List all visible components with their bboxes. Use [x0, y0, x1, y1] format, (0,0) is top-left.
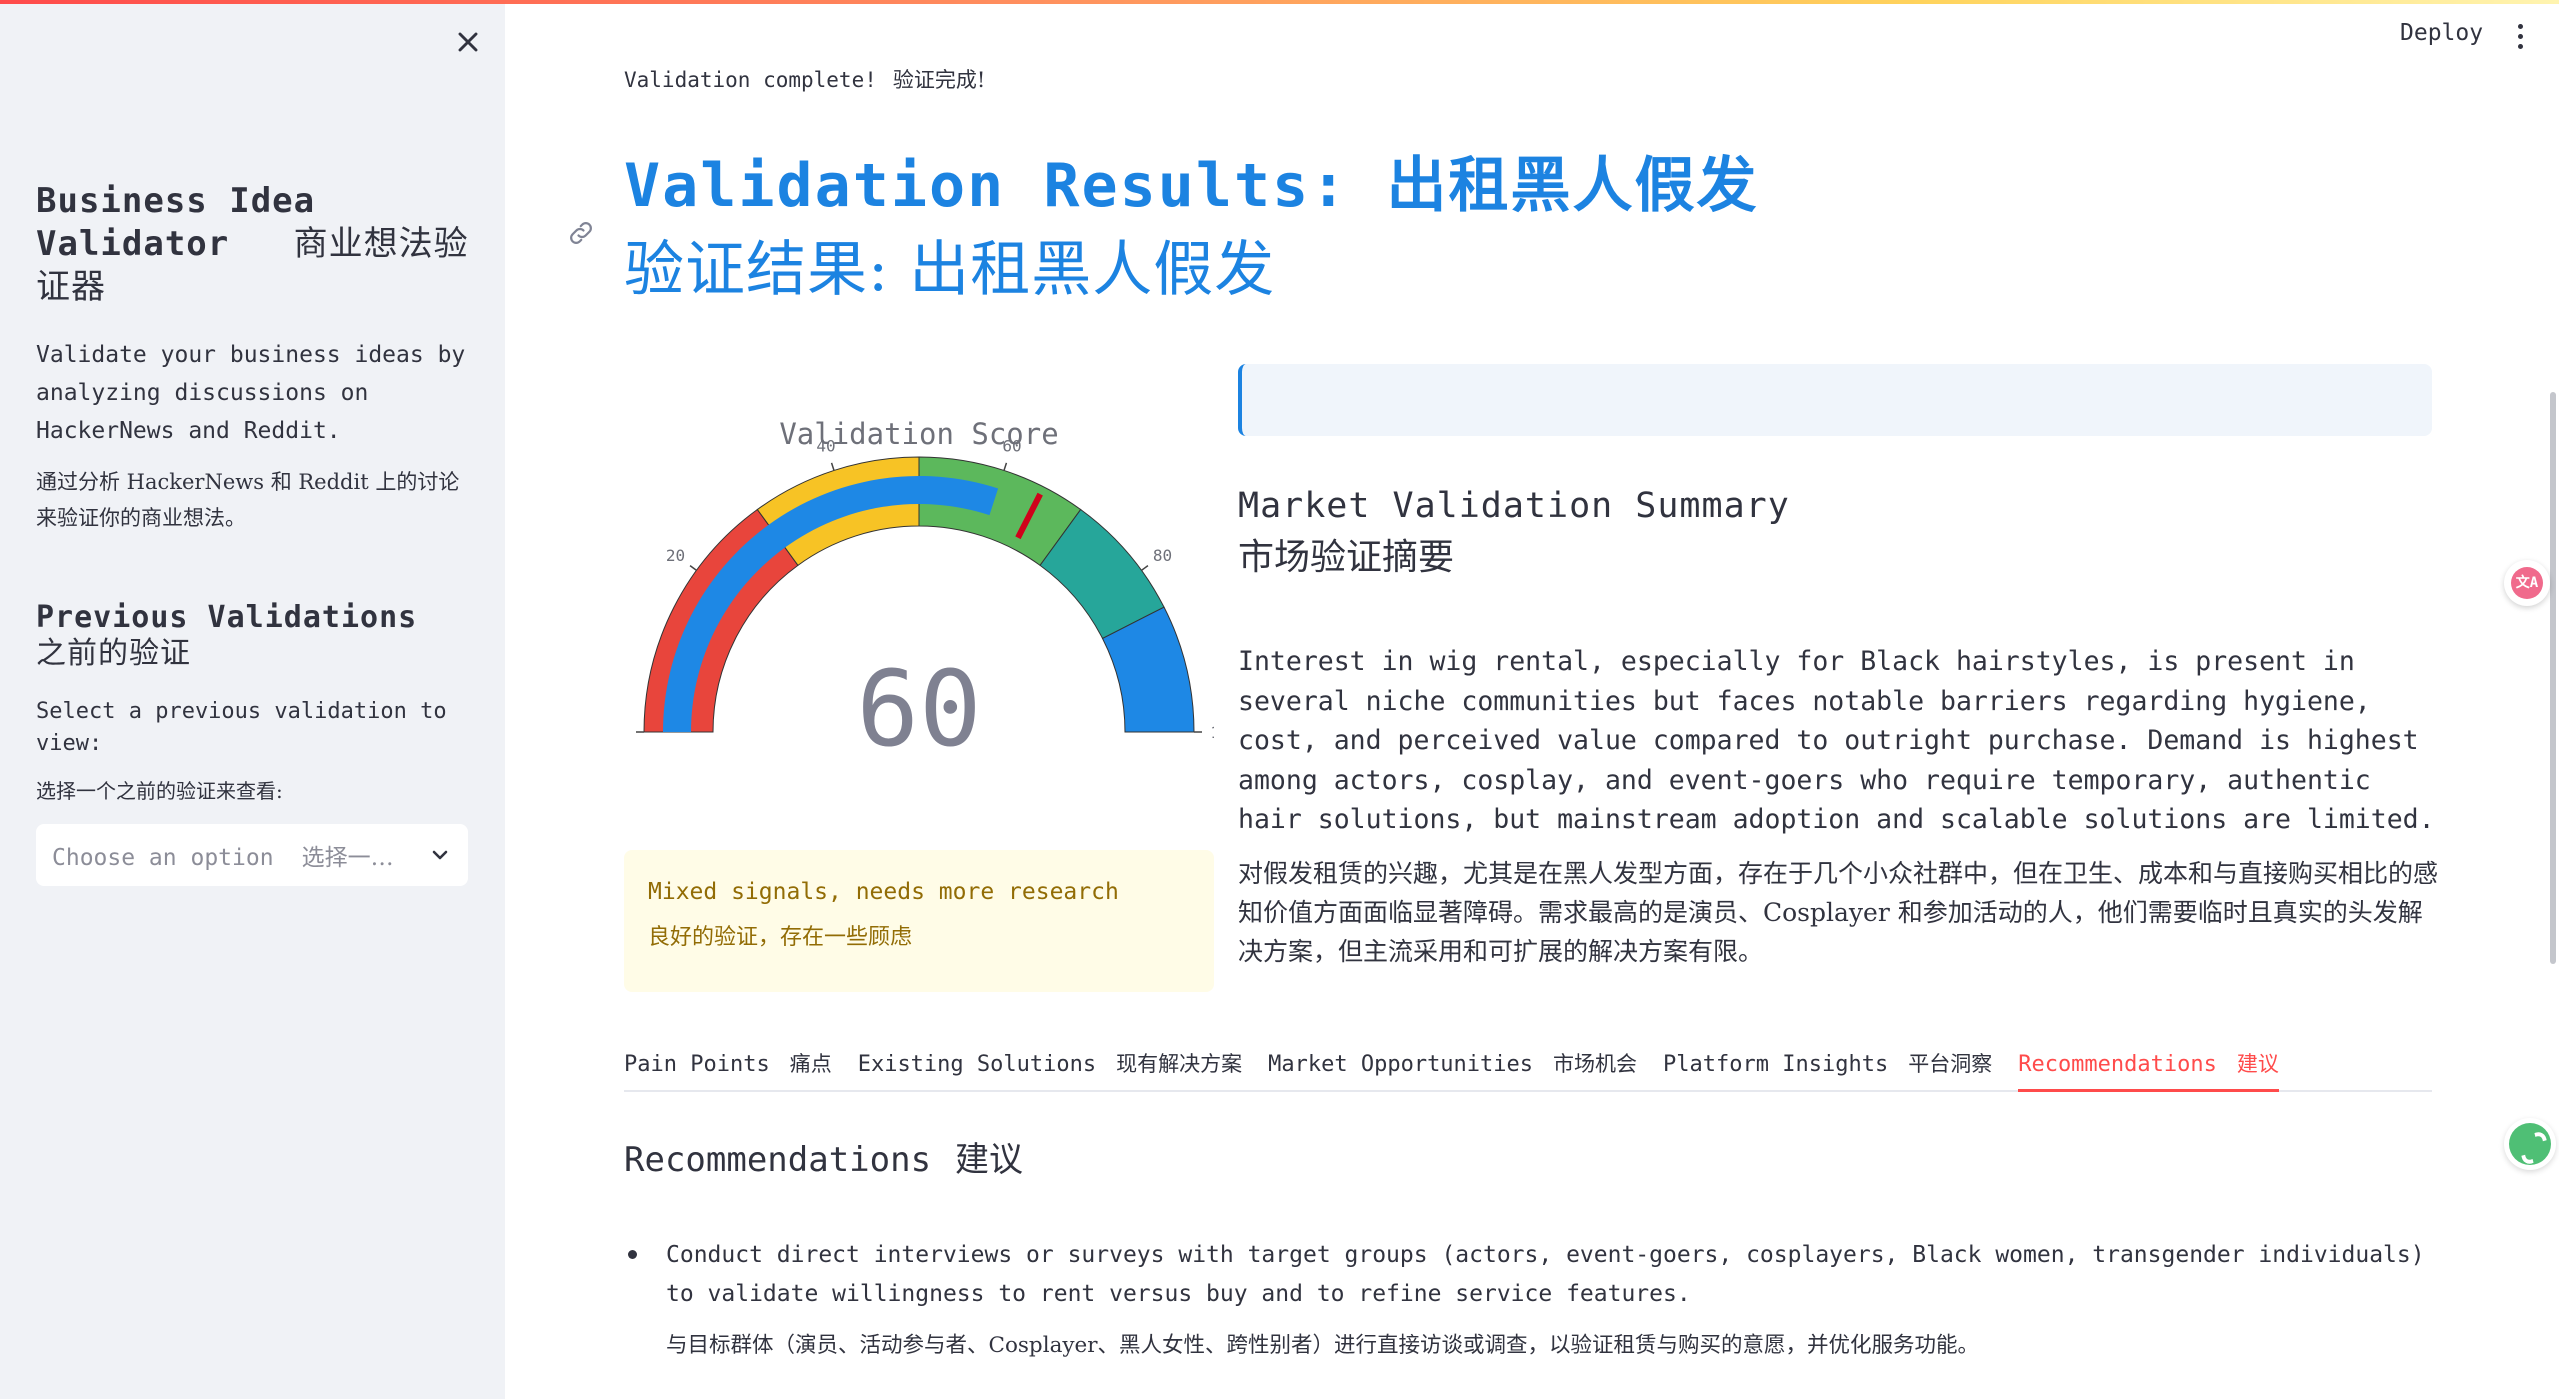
- assistant-extension-icon[interactable]: [2504, 1118, 2556, 1170]
- tab-label-zh: 市场机会: [1553, 1052, 1638, 1076]
- tab-recommendations[interactable]: Recommendations 建议: [2018, 1042, 2279, 1092]
- info-box: [1238, 364, 2432, 436]
- sidebar-description: Validate your business ideas by analyzin…: [36, 342, 466, 444]
- recommendation-item: Conduct direct interviews or surveys wit…: [666, 1242, 2425, 1307]
- recommendations-heading-en: Recommendations: [624, 1140, 932, 1180]
- tab-label: Market Opportunities: [1268, 1052, 1534, 1077]
- sidebar-description-zh: 通过分析 HackerNews 和 Reddit 上的讨论来验证你的商业想法。: [36, 470, 460, 530]
- gauge-value: 60: [856, 648, 981, 770]
- recommendations-heading-zh: 建议: [955, 1140, 1024, 1180]
- gauge-tick-label: 60: [1002, 437, 1021, 456]
- signal-text: Mixed signals, needs more research: [648, 879, 1119, 905]
- recommendation-item-zh: 与目标群体（演员、活动参与者、Cosplayer、黑人女性、跨性别者）进行直接访…: [666, 1333, 1980, 1358]
- gauge-tick-label: 80: [1153, 546, 1172, 565]
- page-scrollbar[interactable]: [2550, 392, 2556, 964]
- tab-label-zh: 平台洞察: [1908, 1052, 1993, 1076]
- page-title: Validation Results: 出租黑人假发 验证结果: 出租黑人假发: [624, 144, 1924, 312]
- gauge-tick: [1141, 565, 1149, 571]
- sidebar-title-en: Business Idea Validator: [36, 181, 316, 264]
- select-placeholder: Choose an option 选择一…: [52, 838, 428, 872]
- tab-pain-points[interactable]: Pain Points 痛点: [624, 1042, 832, 1092]
- bullet-icon: [628, 1250, 637, 1259]
- anchor-link-icon[interactable]: [566, 218, 596, 248]
- recommendations-heading: Recommendations 建议: [624, 1138, 1023, 1182]
- status-message-en: Validation complete!: [624, 68, 877, 92]
- main-menu-icon[interactable]: [2514, 24, 2526, 52]
- status-message: Validation complete! 验证完成!: [624, 64, 985, 94]
- gauge-tick-label: 10: [1210, 723, 1214, 742]
- tab-platform-insights[interactable]: Platform Insights 平台洞察: [1663, 1042, 1992, 1092]
- page-title-zh: 验证结果: 出租黑人假发: [624, 235, 1276, 305]
- tab-label: Pain Points: [624, 1052, 770, 1077]
- chevron-down-icon: [428, 843, 452, 867]
- tab-existing-solutions[interactable]: Existing Solutions 现有解决方案: [858, 1042, 1242, 1092]
- tab-label: Recommendations: [2018, 1052, 2217, 1077]
- gauge-tick: [689, 565, 697, 571]
- deploy-button[interactable]: Deploy: [2400, 20, 2483, 46]
- previous-validations-heading-en: Previous Validations: [36, 600, 418, 635]
- select-label: Select a previous validation to view:: [36, 699, 447, 756]
- tab-label-zh: 痛点: [789, 1052, 832, 1076]
- tab-market-opportunities[interactable]: Market Opportunities 市场机会: [1268, 1042, 1637, 1092]
- validation-score-gauge: Validation Score 02040608010 60: [613, 400, 1229, 770]
- summary-title-zh: 市场验证摘要: [1238, 537, 1455, 578]
- tab-label: Platform Insights: [1663, 1052, 1889, 1077]
- tab-label-zh: 现有解决方案: [1116, 1052, 1243, 1076]
- signal-alert: Mixed signals, needs more research 良好的验证…: [624, 850, 1214, 992]
- select-placeholder-zh: 选择一…: [301, 845, 394, 871]
- page-title-en: Validation Results: 出租黑人假发: [624, 151, 1759, 221]
- sidebar-title: Business Idea Validator 商业想法验证器: [36, 180, 476, 309]
- status-message-zh: 验证完成!: [892, 68, 986, 92]
- summary-text: Interest in wig rental, especially for B…: [1238, 646, 2435, 835]
- summary-title: Market Validation Summary: [1238, 486, 1790, 526]
- gauge-tick-label: 40: [816, 437, 835, 456]
- select-placeholder-en: Choose an option: [52, 845, 274, 871]
- summary-text-zh: 对假发租赁的兴趣，尤其是在黑人发型方面，存在于几个小众社群中，但在卫生、成本和与…: [1238, 859, 2439, 966]
- previous-validations-heading-zh: 之前的验证: [36, 636, 191, 671]
- tab-label-zh: 建议: [2236, 1052, 2279, 1076]
- previous-validation-select[interactable]: Choose an option 选择一…: [36, 824, 468, 886]
- translate-extension-icon[interactable]: 文A: [2504, 560, 2550, 606]
- signal-text-zh: 良好的验证，存在一些顾虑: [648, 925, 913, 950]
- gauge-svg: Validation Score 02040608010 60: [613, 417, 1229, 770]
- previous-validations-heading: Previous Validations 之前的验证: [36, 600, 476, 672]
- gauge-tick-label: 20: [666, 546, 685, 565]
- result-tabs: Pain Points 痛点 Existing Solutions 现有解决方案 M…: [624, 1042, 2432, 1092]
- select-label-zh: 选择一个之前的验证来查看:: [36, 779, 283, 803]
- sidebar: Business Idea Validator 商业想法验证器 Validate…: [0, 4, 505, 1399]
- gauge-tick: [830, 462, 835, 471]
- close-sidebar-icon[interactable]: [452, 26, 484, 58]
- gauge-tick: [1003, 462, 1008, 471]
- tab-label: Existing Solutions: [857, 1052, 1097, 1077]
